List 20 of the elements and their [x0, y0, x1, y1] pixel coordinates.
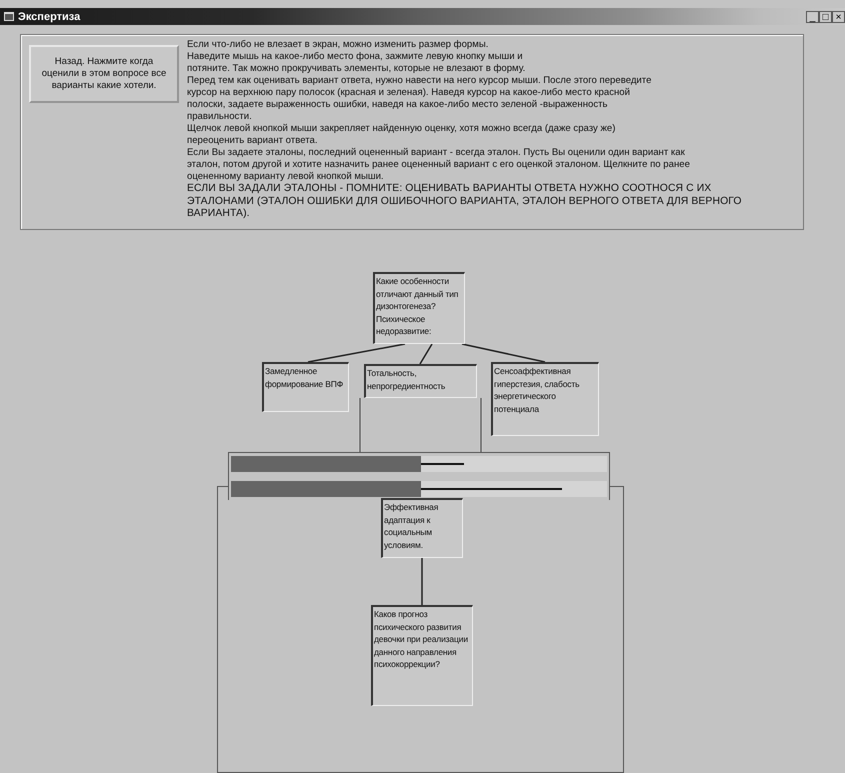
window-title: Экспертиза [18, 10, 82, 22]
answer-node[interactable]: Замедленное формирование ВПФ [262, 362, 349, 412]
minimize-button[interactable]: _ [806, 10, 819, 22]
answer-node[interactable]: Эффективная адаптация к социальным условиям. [381, 498, 463, 558]
answer-node[interactable]: Какие особенности отличают данный тип дизонтогенеза? Психическое недоразвитие: [373, 272, 465, 344]
rating-bar[interactable] [231, 481, 607, 497]
close-button[interactable]: × [832, 10, 845, 22]
instruction-text: Перед тем как оценивать вариант ответа, нужно навести на него курсор мыши. После этого переведите курсор на верхнюю пару полосок (красная и зеленая). Наведя курсор на какое-либо место красной полоски, задаете выраженность ошибки, наведя на какое-либо место зеленой -выраженность правильности. [187, 75, 652, 123]
instruction-text: Если Вы задаете эталоны, последний оцененный вариант - всегда эталон. Пусть Вы оценили один вариант как эталон, потом другой и хотите назначить ранее оцененный вариант с его оценкой эталоном. Щелкните по ранее оцененному варианту левой кнопкой мыши. [187, 147, 691, 183]
back-button[interactable]: Назад. Нажмите когда оценили в этом вопросе все варианты какие хотели. [29, 45, 179, 103]
connector-line [421, 558, 423, 605]
connector-line [419, 344, 433, 364]
instruction-text: Если что-либо не влезает в экран, можно изменить размер формы. Наведите мышь на какое-либо место фона, зажмите левую кнопку мыши и потяните. Так можно прокручивать элементы, которые не влезают в форму. [187, 39, 526, 75]
answer-node[interactable]: Сенсоаффективная гиперстезия, слабость энергетического потенциала [491, 362, 599, 436]
answer-node[interactable]: Тотальность, непрогредиентность [364, 364, 477, 398]
warning-text: ЕСЛИ ВЫ ЗАДАЛИ ЭТАЛОНЫ - ПОМНИТЕ: ОЦЕНИВАТЬ ВАРИАНТЫ ОТВЕТА НУЖНО СООТНОСЯ С ИХ ЭТАЛОНАМИ (ЭТАЛОН ОШИБКИ ДЛЯ ОШИБОЧНОГО ВАРИАНТА, ЭТАЛОН ВЕРНОГО ОТВЕТА ДЛЯ ВЕРНОГО ВАРИАНТА). [187, 183, 742, 220]
maximize-button[interactable]: □ [819, 10, 832, 22]
answer-node[interactable]: Каков прогноз психического развития девочки при реализации данного направления психокоррекции? [371, 605, 473, 706]
instruction-text: Щелчок левой кнопкой мыши закрепляет найденную оценку, хотя можно всегда (даже сразу же) переоценить вариант ответа. [187, 123, 616, 147]
window-icon [4, 12, 14, 21]
